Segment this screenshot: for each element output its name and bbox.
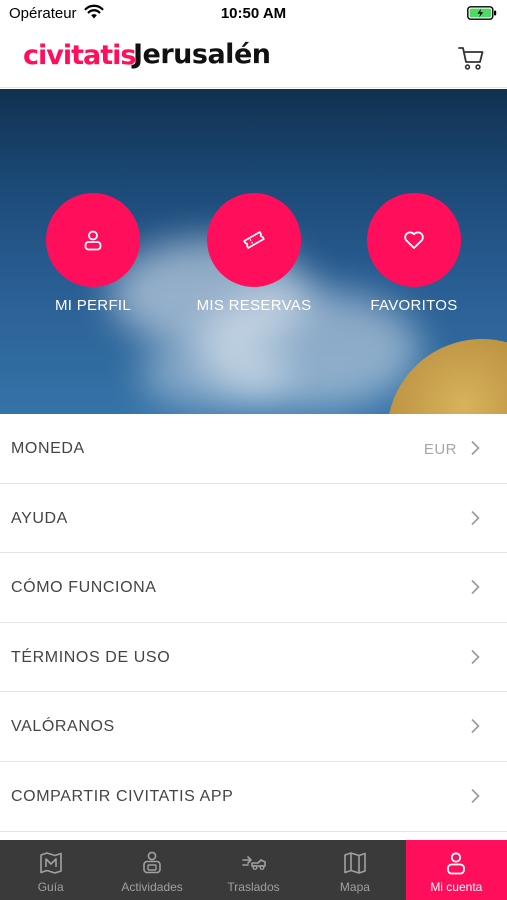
favorites-button[interactable]: FAVORITOS [334,193,494,314]
app-header: civitatis Jerusalén [0,28,507,88]
settings-row-currency[interactable]: MONEDA EUR [0,414,507,484]
account-hero-banner: MI PERFIL MIS RESERVAS FAVORITOS [0,89,507,414]
tab-map[interactable]: Mapa [304,840,405,900]
my-profile-button[interactable]: MI PERFIL [13,193,173,314]
user-icon [84,230,102,251]
tab-transfers[interactable]: Traslados [203,840,304,900]
battery-charging-icon [467,6,497,20]
row-label: AYUDA [11,509,68,527]
heart-icon [404,231,424,249]
status-bar: Opérateur 10:50 AM [0,0,507,28]
cart-icon[interactable] [457,44,485,72]
ticket-icon [243,231,265,249]
bookings-circle [207,193,301,287]
favorites-label: FAVORITOS [370,297,458,314]
settings-row-share-app[interactable]: COMPARTIR CIVITATIS APP [0,761,507,832]
chevron-right-icon [471,788,480,804]
chevron-right-icon [471,719,480,734]
account-icon [447,852,466,875]
currency-value: EUR [423,441,457,458]
tab-label: Mi cuenta [430,880,483,894]
civitatis-logo: civitatis [23,40,136,71]
profile-circle [46,193,140,287]
tab-guide[interactable]: Guía [0,840,101,900]
chevron-right-icon [471,649,480,664]
chevron-right-icon [471,510,480,525]
tab-my-account[interactable]: Mi cuenta [405,840,507,900]
row-label: MONEDA [11,440,85,457]
row-label: TÉRMINOS DE USO [11,648,171,666]
tab-label: Mapa [339,880,370,894]
settings-row-help[interactable]: AYUDA [0,483,507,554]
activities-icon [143,851,161,874]
transfers-icon [241,856,266,870]
page-title: Jerusalén [133,39,271,70]
map-book-icon [39,852,62,874]
row-label: COMPARTIR CIVITATIS APP [11,787,234,805]
cloud-shape [140,339,290,409]
settings-row-rate-us[interactable]: VALÓRANOS [0,692,507,762]
clock: 10:50 AM [220,5,287,22]
tab-label: Guía [37,880,64,894]
chevron-right-icon [471,440,480,456]
my-bookings-label: MIS RESERVAS [196,297,312,314]
bottom-tab-bar: Guía Actividades Traslados Mapa Mi cuent… [0,840,507,900]
tab-label: Traslados [227,880,280,894]
row-label: VALÓRANOS [11,718,115,736]
row-label: CÓMO FUNCIONA [11,579,157,597]
my-bookings-button[interactable]: MIS RESERVAS [174,193,334,314]
my-profile-label: MI PERFIL [54,297,132,314]
tab-label: Actividades [121,880,183,894]
settings-row-terms[interactable]: TÉRMINOS DE USO [0,622,507,693]
chevron-right-icon [471,580,480,595]
tab-activities[interactable]: Actividades [101,840,202,900]
favorites-circle [367,193,461,287]
settings-row-how-it-works[interactable]: CÓMO FUNCIONA [0,553,507,623]
settings-list: MONEDA EUR AYUDA CÓMO FUNCIONA TÉRMINOS … [0,414,507,832]
map-icon [344,852,366,874]
